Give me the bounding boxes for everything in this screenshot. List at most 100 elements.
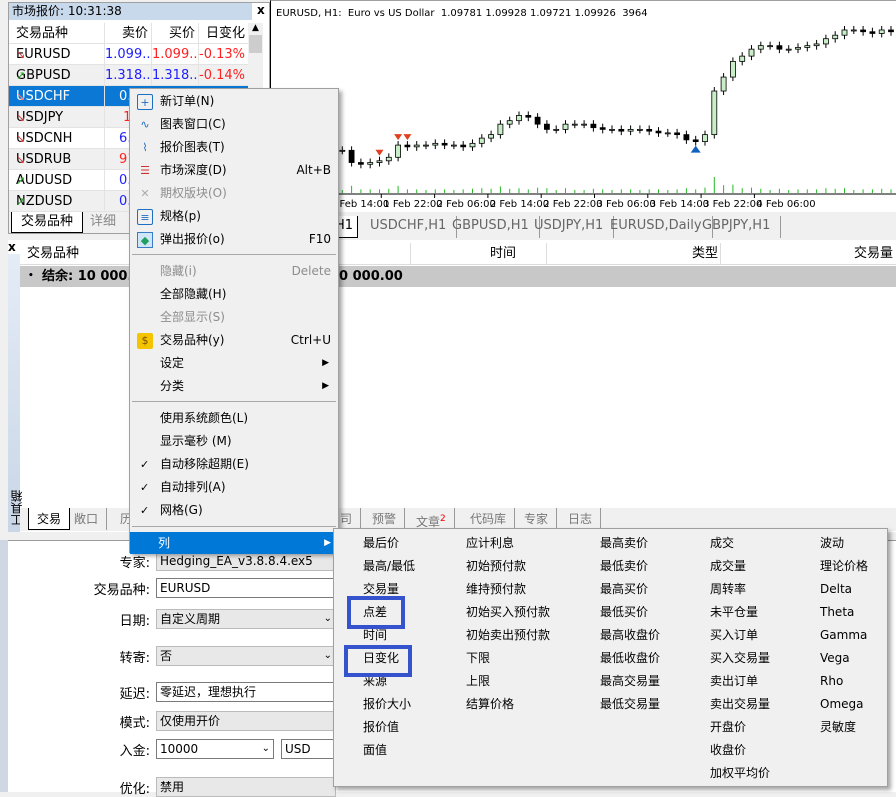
column-header-time[interactable]: 时间 — [490, 243, 516, 265]
column-option[interactable]: 最后价 — [363, 535, 399, 551]
column-option[interactable]: 开盘价 — [710, 719, 746, 735]
price-chart[interactable]: 1 Feb 14:001 Feb 22:002 Feb 06:002 Feb 1… — [271, 1, 896, 213]
column-option[interactable]: 上限 — [466, 673, 490, 689]
column-header-symbol[interactable]: 交易品种 — [9, 23, 104, 44]
tab-codebase[interactable]: 代码库 — [462, 508, 516, 530]
column-header-daily-change[interactable]: 日变化 — [198, 23, 248, 44]
menu-item-item-11[interactable]: 设定 ▶ — [132, 352, 337, 375]
column-option[interactable]: 最高卖价 — [600, 535, 648, 551]
column-option[interactable]: Gamma — [820, 627, 867, 643]
column-option[interactable]: Omega — [820, 696, 864, 712]
menu-item-a[interactable]: ✓ 自动排列(A) — [132, 476, 337, 499]
column-option[interactable]: 成交量 — [710, 558, 746, 574]
column-option[interactable]: 时间 — [363, 627, 387, 643]
tab-exposure[interactable]: 敞口 — [66, 508, 108, 530]
column-option[interactable]: Theta — [820, 604, 854, 620]
candle — [460, 144, 467, 148]
column-header-volume[interactable]: 交易量 — [854, 243, 893, 265]
column-option[interactable]: 收盘价 — [710, 742, 746, 758]
column-option[interactable]: 灵敏度 — [820, 719, 856, 735]
column-header-type[interactable]: 类型 — [692, 243, 718, 265]
menu-item-l[interactable]: 使用系统颜色(L) — [132, 407, 337, 430]
column-option[interactable]: 初始卖出预付款 — [466, 627, 550, 643]
chart-tab-gbpjpy-h1[interactable]: GBPJPY,H1 — [692, 216, 782, 238]
tester-field-2[interactable]: 自定义周期 ⌄ — [156, 609, 336, 629]
tab-symbols[interactable]: 交易品种 — [11, 212, 83, 233]
column-option[interactable]: 报价值 — [363, 719, 399, 735]
tester-field-5[interactable]: 仅使用开价 — [156, 711, 336, 731]
menu-item-item-12[interactable]: 分类 ▶ — [132, 375, 337, 398]
column-option[interactable]: 最低收盘价 — [600, 650, 660, 666]
column-option[interactable]: 未平仓量 — [710, 604, 758, 620]
column-header-bid[interactable]: 卖价 — [104, 23, 151, 44]
column-option[interactable]: 交易量 — [363, 581, 399, 597]
tester-field-3[interactable]: 否 ⌄ — [156, 646, 336, 666]
menu-item-y[interactable]: $ 交易品种(y) Ctrl+U — [132, 329, 337, 352]
menu-item-i[interactable]: 隐藏(i) Delete — [132, 260, 337, 283]
tab-journal[interactable]: 日志 — [560, 508, 602, 530]
column-option[interactable]: 最高交易量 — [600, 673, 660, 689]
column-option[interactable]: 买入交易量 — [710, 650, 770, 666]
chart-window[interactable]: EURUSD, H1: Euro vs US Dollar 1.09781 1.… — [270, 0, 896, 212]
menu-item-p[interactable]: ≡ 规格(p) — [132, 205, 337, 228]
column-option[interactable]: 买入订单 — [710, 627, 758, 643]
menu-item-n[interactable]: + 新订单(N) — [132, 90, 337, 113]
symbol-row-gbpusd[interactable]: ↗ GBPUSD 1.318... 1.318... -0.14% — [9, 65, 248, 86]
field-value: Hedging_EA_v3.8.8.4.ex5 — [160, 554, 313, 568]
tester-field-0[interactable]: Hedging_EA_v3.8.8.4.ex5 — [156, 551, 336, 571]
column-header-ask[interactable]: 买价 — [151, 23, 198, 44]
column-option[interactable]: 维持预付款 — [466, 581, 526, 597]
tester-field-4[interactable]: 零延迟，理想执行 — [156, 682, 336, 702]
menu-item-c[interactable]: ∿ 图表窗口(C) — [132, 113, 337, 136]
tab-details[interactable]: 详细 — [85, 212, 121, 233]
menu-item-o[interactable]: ◆ 弹出报价(o) F10 — [132, 228, 337, 251]
menu-item-g[interactable]: ✓ 网格(G) — [132, 499, 337, 522]
column-option[interactable]: 初始预付款 — [466, 558, 526, 574]
submenu-arrow-icon: ▶ — [322, 381, 329, 391]
column-option[interactable]: 最低卖价 — [600, 558, 648, 574]
menu-item-o[interactable]: ✕ 期权版块(O) — [132, 182, 337, 205]
tab-trade[interactable]: 交易 — [28, 508, 71, 530]
symbol-row-eurusd[interactable]: ↘ EURUSD 1.099... 1.099... -0.13% — [9, 44, 248, 65]
menu-item-t[interactable]: ⌇ 报价图表(T) — [132, 136, 337, 159]
column-option[interactable]: 卖出订单 — [710, 673, 758, 689]
menu-item-e[interactable]: ✓ 自动移除超期(E) — [132, 453, 337, 476]
tab-alerts[interactable]: 预警 — [364, 508, 406, 530]
tester-field-6[interactable]: 10000 ⌄ — [156, 739, 274, 759]
tab-experts[interactable]: 专家 — [516, 508, 558, 530]
column-option[interactable]: 结算价格 — [466, 696, 514, 712]
column-header-symbol[interactable]: 交易品种 — [27, 243, 79, 265]
tester-field-7[interactable]: 禁用 — [156, 777, 336, 797]
column-option[interactable]: 下限 — [466, 650, 490, 666]
column-option[interactable]: 最高/最低 — [363, 558, 415, 574]
column-option[interactable]: 最高买价 — [600, 581, 648, 597]
options-icon: ✕ — [140, 187, 150, 200]
column-option[interactable]: Vega — [820, 650, 850, 666]
column-option[interactable]: 加权平均价 — [710, 765, 770, 781]
column-option[interactable]: 成交 — [710, 535, 734, 551]
column-option[interactable]: 理论价格 — [820, 558, 868, 574]
column-option[interactable]: Rho — [820, 673, 843, 689]
column-option[interactable]: 最高收盘价 — [600, 627, 660, 643]
column-option[interactable]: 应计利息 — [466, 535, 514, 551]
column-option[interactable]: Delta — [820, 581, 852, 597]
menu-item-item-18[interactable]: 列 ▶ — [130, 532, 339, 554]
menu-item-m[interactable]: 显示毫秒 (M) — [132, 430, 337, 453]
column-option[interactable]: 卖出交易量 — [710, 696, 770, 712]
column-option[interactable]: 周转率 — [710, 581, 746, 597]
column-option[interactable]: 面值 — [363, 742, 387, 758]
close-icon[interactable]: x — [8, 240, 16, 254]
menu-item-s[interactable]: 全部显示(S) — [132, 306, 337, 329]
column-option[interactable]: 最低交易量 — [600, 696, 660, 712]
menu-item-h[interactable]: 全部隐藏(H) — [132, 283, 337, 306]
column-option[interactable]: 最低买价 — [600, 604, 648, 620]
tester-field-1[interactable]: EURUSD — [156, 578, 336, 598]
currency-field[interactable]: USD — [281, 739, 341, 759]
close-icon[interactable]: x — [257, 3, 265, 17]
column-option[interactable]: 初始买入预付款 — [466, 604, 550, 620]
column-option[interactable]: 波动 — [820, 535, 844, 551]
daily-change: -0.13% — [198, 44, 248, 65]
menu-item-d[interactable]: ☰ 市场深度(D) Alt+B — [132, 159, 337, 182]
column-option[interactable]: 报价大小 — [363, 696, 411, 712]
tab-articles[interactable]: 文章2 — [408, 508, 455, 530]
